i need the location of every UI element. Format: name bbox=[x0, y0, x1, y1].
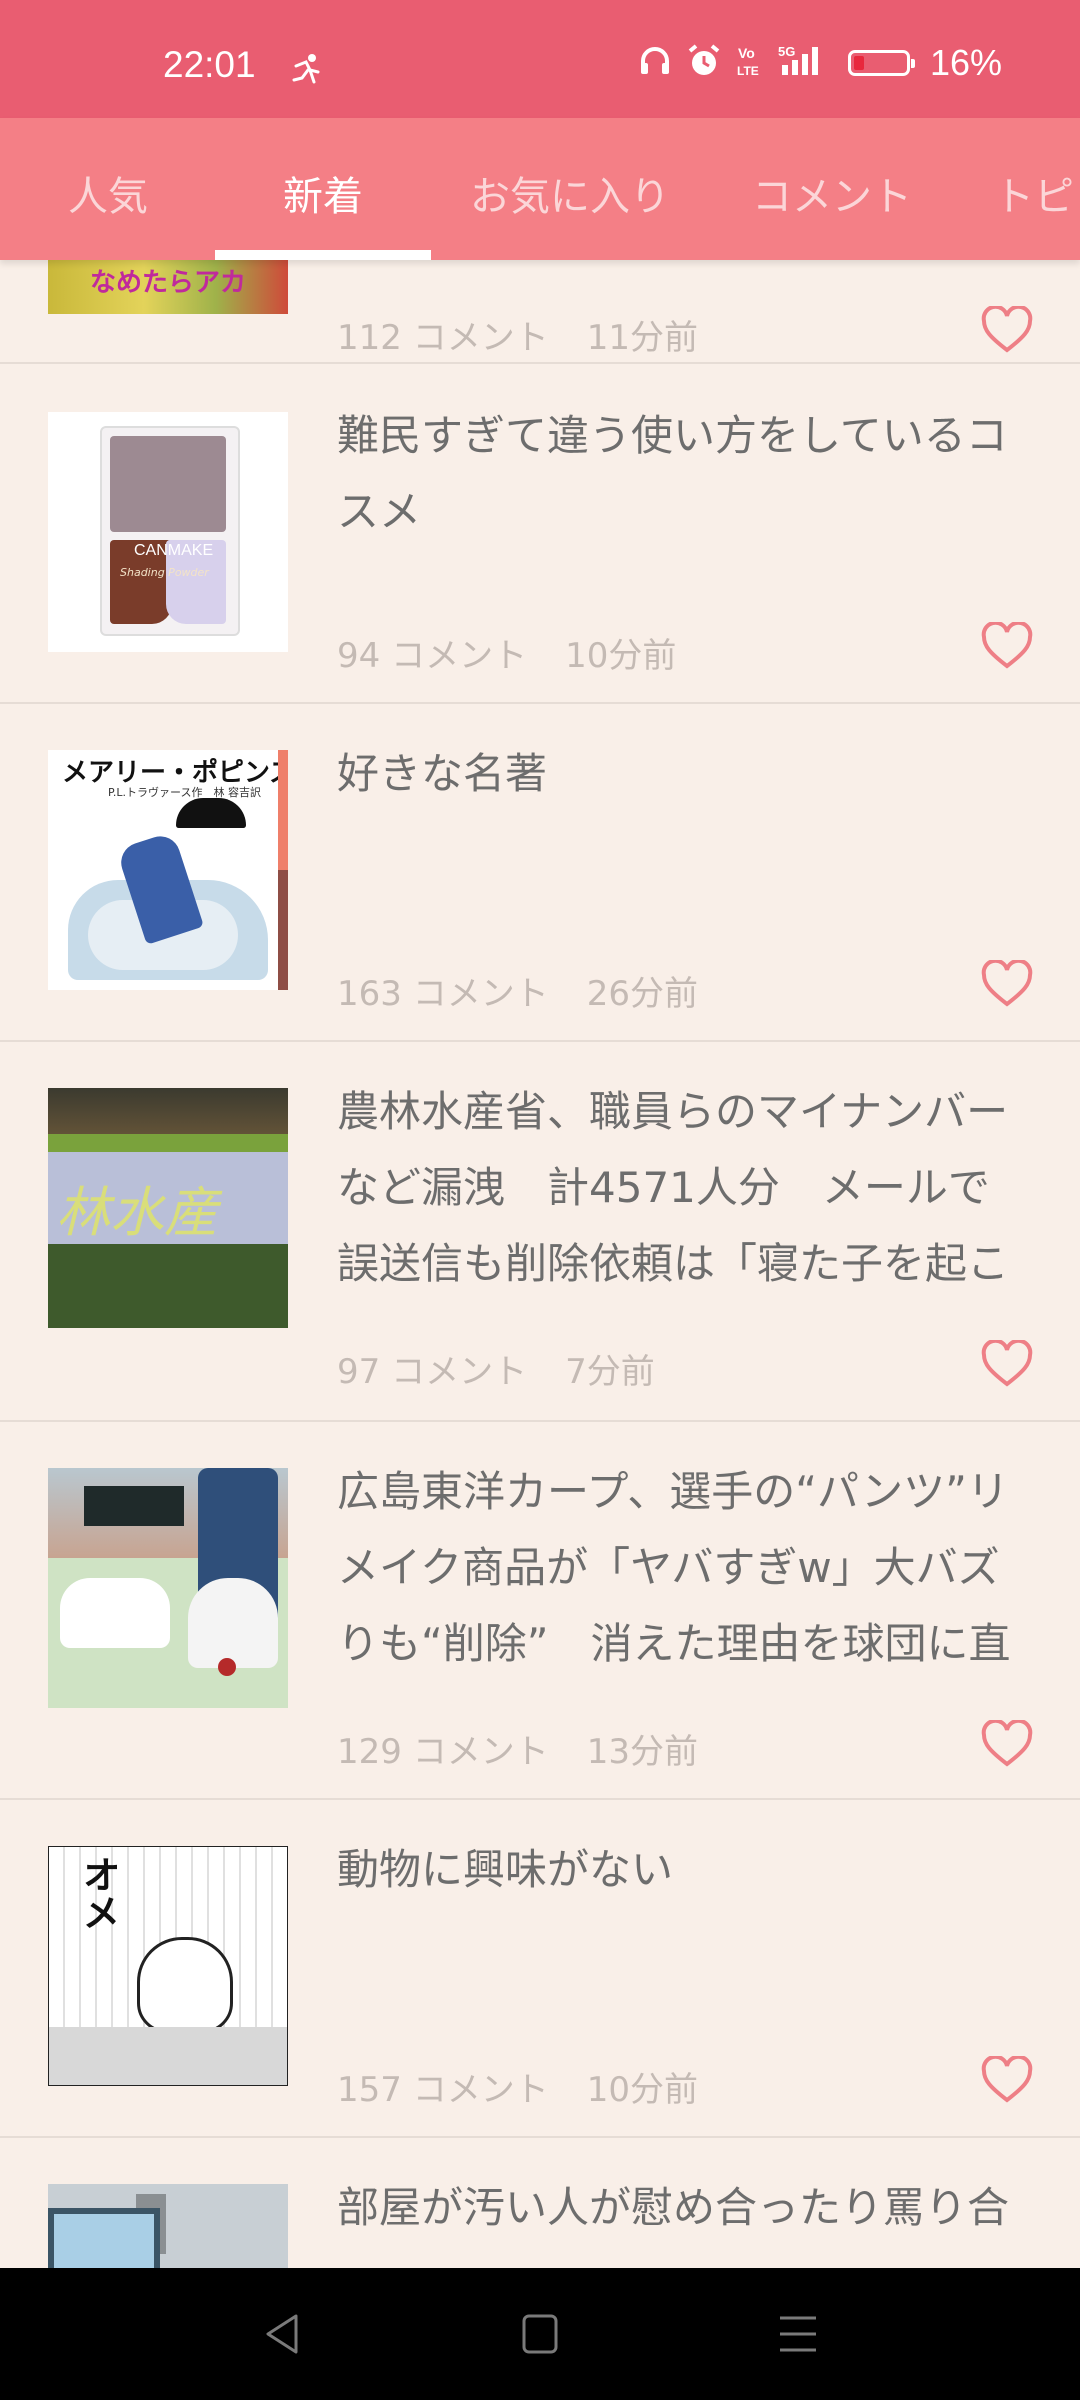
network-type: 5G bbox=[778, 44, 795, 59]
alarm-icon bbox=[686, 43, 722, 83]
tab-comments[interactable]: コメント bbox=[752, 164, 912, 222]
topic-title: 広島東洋カープ、選手の“パンツ”リメイク商品が「ヤバすぎw」大バズりも“削除” … bbox=[337, 1467, 1011, 1668]
heart-icon[interactable] bbox=[980, 1718, 1034, 1768]
item-meta: 97 コメント 7分前 bbox=[337, 1344, 655, 1393]
thumbnail-image: メアリー・ポピンズ P.L.トラヴァース作 林 容吉訳 bbox=[48, 750, 288, 990]
thumbnail-image: なめたらアカ bbox=[48, 260, 288, 314]
item-meta: 112 コメント 11分前 bbox=[337, 310, 698, 359]
home-icon[interactable] bbox=[520, 2312, 560, 2360]
thumbnail-image: CANMAKE Shading Powder bbox=[48, 412, 288, 652]
tab-popular[interactable]: 人気 bbox=[68, 164, 148, 222]
heart-icon[interactable] bbox=[980, 1338, 1034, 1388]
battery-percent: 16% bbox=[929, 42, 1002, 83]
volte-icon: Vo LTE bbox=[736, 43, 764, 83]
thumbnail-image: オメ bbox=[48, 1846, 288, 2086]
tab-favorites[interactable]: お気に入り bbox=[470, 164, 670, 222]
headphones-icon bbox=[638, 44, 672, 82]
posted-time: 26分前 bbox=[586, 974, 698, 1014]
menu-icon[interactable] bbox=[778, 2312, 818, 2360]
tab-topics[interactable]: トピ bbox=[994, 164, 1074, 222]
heart-icon[interactable] bbox=[980, 620, 1034, 670]
comment-count: 97 コメント bbox=[337, 1352, 528, 1392]
list-item[interactable]: メアリー・ポピンズ P.L.トラヴァース作 林 容吉訳 好きな名著 163 コメ… bbox=[0, 702, 1080, 1042]
battery-level bbox=[853, 56, 864, 70]
thumbnail-image: 林水産 bbox=[48, 1088, 288, 1328]
tab-bar: 人気 新着 お気に入り コメント トピ bbox=[0, 118, 1080, 260]
posted-time: 13分前 bbox=[586, 1732, 698, 1772]
comment-count: 157 コメント bbox=[337, 2070, 549, 2110]
system-nav-bar bbox=[0, 2268, 1080, 2400]
topic-list: なめたらアカ 112 コメント 11分前 CANMAKE Shading Powd… bbox=[0, 260, 1080, 2268]
thumbnail-brand: CANMAKE bbox=[134, 542, 214, 559]
runner-icon bbox=[286, 52, 326, 90]
status-bar: 22:01 Vo LTE 5G 16% bbox=[0, 0, 1080, 118]
posted-time: 7分前 bbox=[565, 1352, 655, 1392]
thumbnail-image bbox=[48, 2184, 288, 2268]
posted-time: 10分前 bbox=[586, 2070, 698, 2110]
item-meta: 94 コメント 10分前 bbox=[337, 628, 676, 677]
active-tab-indicator bbox=[215, 250, 431, 260]
thumbnail-manga-text: オメ bbox=[76, 1855, 120, 1931]
heart-icon[interactable] bbox=[980, 304, 1034, 354]
heart-icon[interactable] bbox=[980, 2054, 1034, 2104]
comment-count: 129 コメント bbox=[337, 1732, 549, 1772]
svg-text:Vo: Vo bbox=[738, 45, 755, 61]
list-item[interactable]: 広島東洋カープ、選手の“パンツ”リメイク商品が「ヤバすぎw」大バズりも“削除” … bbox=[0, 1420, 1080, 1800]
topic-title: 部屋が汚い人が慰め合ったり罵り合 bbox=[337, 2183, 1010, 2232]
comment-count: 163 コメント bbox=[337, 974, 549, 1014]
tab-new[interactable]: 新着 bbox=[283, 164, 363, 222]
item-meta: 157 コメント 10分前 bbox=[337, 2062, 698, 2111]
comment-count: 94 コメント bbox=[337, 636, 528, 676]
thumbnail-sign-text: 林水産 bbox=[56, 1181, 218, 1244]
topic-title: 農林水産省、職員らのマイナンバーなど漏洩 計4571人分 メールで誤送信も削除依… bbox=[337, 1087, 1010, 1288]
topic-title: 好きな名著 bbox=[337, 749, 548, 798]
topic-title: 動物に興味がない bbox=[337, 1845, 674, 1894]
list-item[interactable]: オメ 動物に興味がない 157 コメント 10分前 bbox=[0, 1798, 1080, 2138]
list-item[interactable]: 部屋が汚い人が慰め合ったり罵り合 bbox=[0, 2136, 1080, 2268]
status-icons: Vo LTE 5G 16% bbox=[638, 40, 1002, 86]
back-icon[interactable] bbox=[262, 2312, 302, 2360]
status-time: 22:01 bbox=[163, 44, 256, 85]
topic-title: 難民すぎて違う使い方をしているコスメ bbox=[337, 411, 1008, 536]
battery-icon bbox=[847, 50, 915, 76]
svg-text:LTE: LTE bbox=[737, 64, 759, 78]
thumbnail-caption: なめたらアカ bbox=[90, 268, 247, 298]
list-item[interactable]: 林水産 農林水産省、職員らのマイナンバーなど漏洩 計4571人分 メールで誤送信… bbox=[0, 1040, 1080, 1422]
posted-time: 10分前 bbox=[565, 636, 677, 676]
thumbnail-product: Shading Powder bbox=[120, 566, 209, 579]
thumbnail-image bbox=[48, 1468, 288, 1708]
item-meta: 163 コメント 26分前 bbox=[337, 966, 698, 1015]
thumbnail-author: P.L.トラヴァース作 林 容吉訳 bbox=[108, 786, 261, 799]
comment-count: 112 コメント bbox=[337, 318, 549, 358]
posted-time: 11分前 bbox=[586, 318, 698, 358]
list-item[interactable]: CANMAKE Shading Powder 難民すぎて違う使い方をしているコス… bbox=[0, 364, 1080, 704]
list-item[interactable]: なめたらアカ 112 コメント 11分前 bbox=[0, 260, 1080, 364]
heart-icon[interactable] bbox=[980, 958, 1034, 1008]
item-meta: 129 コメント 13分前 bbox=[337, 1724, 698, 1773]
signal-icon: 5G bbox=[778, 43, 834, 83]
